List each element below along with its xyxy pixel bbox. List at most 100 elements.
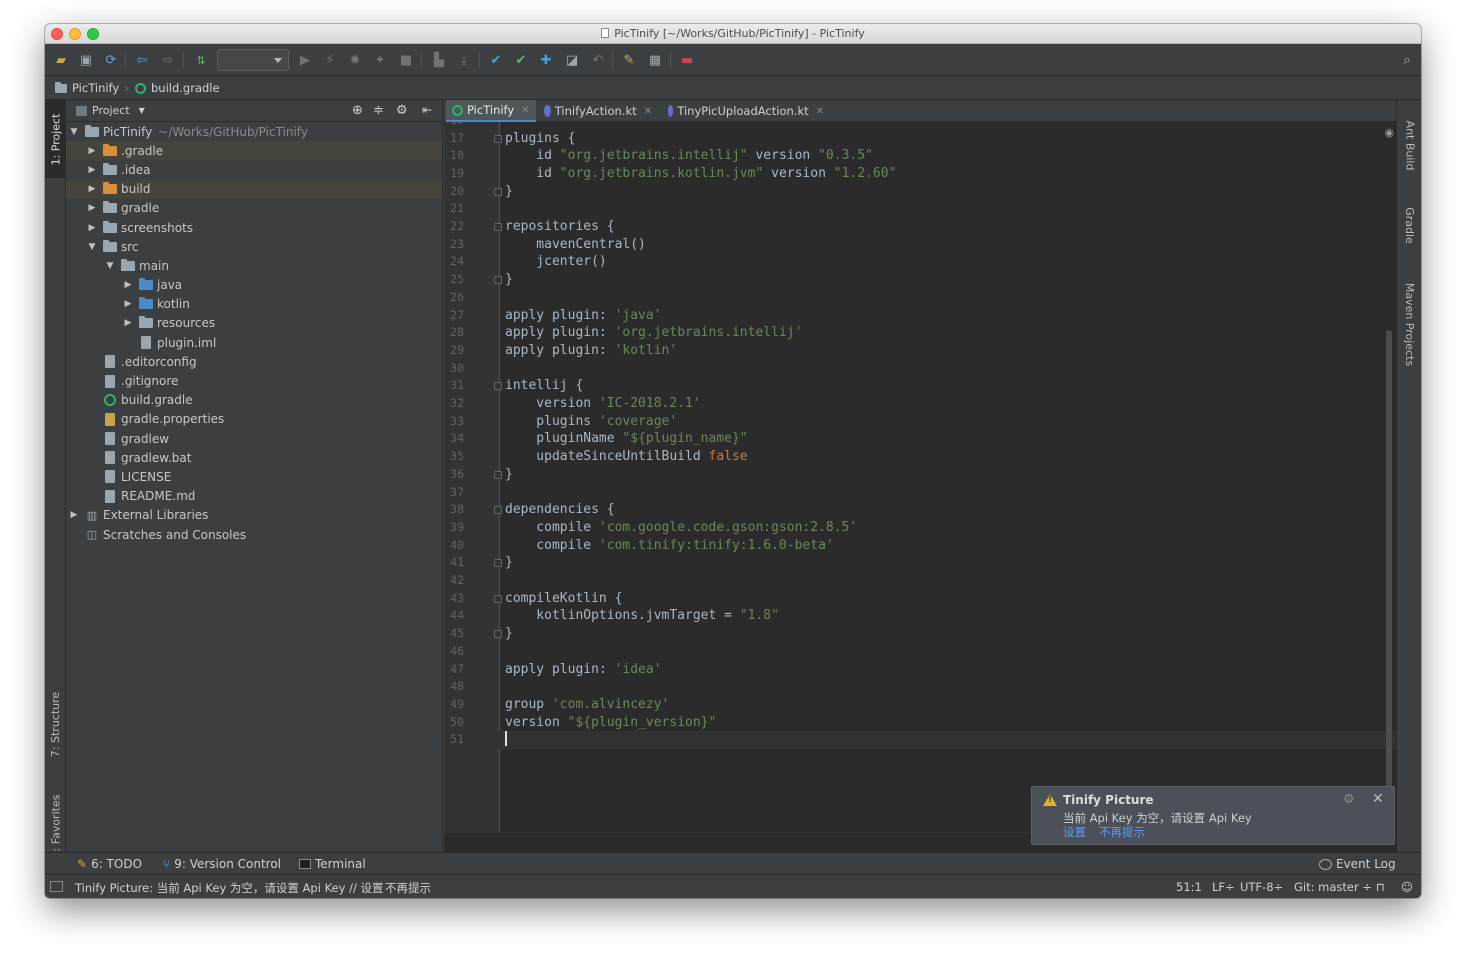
code-line[interactable]: 45} — [444, 625, 1396, 643]
code-line[interactable]: 26 — [444, 289, 1396, 307]
code-line[interactable]: 35 updateSinceUntilBuild false — [444, 448, 1396, 466]
git-branch[interactable]: Git: master ÷ — [1294, 880, 1372, 894]
expand-arrow-icon[interactable]: ▼ — [104, 261, 116, 271]
collapsed-arrow-icon[interactable]: ▶ — [86, 165, 98, 175]
code-line[interactable]: 28 apply plugin: 'org.jetbrains.intellij' — [444, 324, 1396, 342]
save-all-icon[interactable]: ▣ — [77, 51, 95, 69]
revert-icon[interactable]: ↶ — [589, 51, 607, 69]
profile-icon[interactable]: ✦ — [371, 51, 389, 69]
run-configuration-select[interactable] — [217, 49, 289, 71]
tree-item-root[interactable]: ▼ PicTinify ~/Works/GitHub/PicTinify — [66, 122, 442, 141]
project-structure-icon[interactable]: ▦ — [646, 51, 664, 69]
inspector-icon[interactable]: ☺ — [1401, 880, 1413, 894]
tool-button-terminal[interactable]: Terminal — [299, 856, 366, 872]
build-icon[interactable]: ⇅ — [192, 51, 210, 69]
code-line[interactable]: 30 — [444, 360, 1396, 378]
tree-item-gradle[interactable]: ▶ gradle — [66, 199, 442, 218]
tab-pictinify[interactable]: PicTinify ✕ — [446, 100, 536, 122]
expand-arrow-icon[interactable]: ▼ — [86, 242, 98, 252]
hide-panel-icon[interactable]: ⇤ — [422, 103, 432, 117]
collapsed-arrow-icon[interactable]: ▶ — [122, 280, 134, 290]
stop-icon[interactable]: ■ — [397, 51, 415, 69]
code-line[interactable]: 39 compile 'com.google.code.gson:gson:2.… — [444, 519, 1396, 537]
code-line[interactable]: 29 apply plugin: 'kotlin' — [444, 342, 1396, 360]
tree-item-src[interactable]: ▼ src — [66, 237, 442, 256]
code-line[interactable]: 19 id "org.jetbrains.kotlin.jvm" version… — [444, 165, 1396, 183]
code-line[interactable]: 51 — [444, 731, 1396, 749]
tree-item-gradle-dir[interactable]: ▶ .gradle — [66, 141, 442, 161]
file-encoding[interactable]: UTF-8÷ — [1240, 880, 1283, 894]
project-view-select[interactable]: Project ▼ — [76, 104, 145, 117]
tool-tab-gradle[interactable]: Gradle — [1397, 192, 1421, 258]
tree-item-scratches[interactable]: ◫ Scratches and Consoles — [66, 525, 442, 544]
tool-tab-structure[interactable]: 7: Structure — [45, 678, 66, 770]
close-tab-icon[interactable]: ✕ — [644, 106, 652, 117]
tree-item-resources[interactable]: ▶ resources — [66, 314, 442, 333]
minimize-window-button[interactable] — [69, 28, 81, 40]
code-line[interactable]: 21 — [444, 200, 1396, 218]
close-icon[interactable]: ✕ — [1372, 791, 1384, 807]
code-line[interactable]: 36} — [444, 466, 1396, 484]
code-line[interactable]: 25} — [444, 271, 1396, 289]
vcs-commit-icon[interactable]: ✔ — [512, 51, 530, 69]
tree-item-main[interactable]: ▼ main — [66, 256, 442, 275]
code-line[interactable]: 22 repositories { — [444, 218, 1396, 236]
status-message[interactable]: Tinify Picture: 当前 Api Key 为空，请设置 Api Ke… — [75, 880, 384, 896]
code-line[interactable]: 42 — [444, 572, 1396, 590]
settings-wrench-icon[interactable]: ✎ — [620, 51, 638, 69]
notification-dismiss-link[interactable]: 不再提示 — [1099, 824, 1145, 840]
toggle-tool-windows-icon[interactable] — [50, 881, 63, 892]
download-icon[interactable]: ⤓ — [455, 51, 473, 69]
notification-settings-link[interactable]: 设置 — [1063, 824, 1086, 840]
close-window-button[interactable] — [51, 28, 63, 40]
code-line[interactable]: 37 — [444, 484, 1396, 502]
code-editor[interactable]: 16 17plugins {18 id "org.jetbrains.intel… — [444, 122, 1396, 832]
tree-item-idea[interactable]: ▶ .idea — [66, 160, 442, 179]
coverage-icon[interactable]: ✹ — [346, 51, 364, 69]
forward-arrow-icon[interactable]: ⇨ — [159, 51, 177, 69]
tree-item-gradlew[interactable]: gradlew — [66, 429, 442, 448]
collapse-all-icon[interactable]: ≑ — [373, 103, 384, 118]
fold-marker-icon[interactable] — [494, 559, 502, 568]
fold-marker-icon[interactable] — [494, 223, 502, 231]
code-line[interactable]: 48 — [444, 678, 1396, 696]
tree-item-gradle-properties[interactable]: gradle.properties — [66, 410, 442, 429]
tab-tinify-action[interactable]: TinifyAction.kt ✕ — [538, 100, 658, 122]
tab-tiny-pic-upload-action[interactable]: TinyPicUploadAction.kt ✕ — [662, 100, 830, 122]
collapsed-arrow-icon[interactable]: ▶ — [122, 299, 134, 309]
plugin-action-icon[interactable]: ▬ — [678, 51, 696, 69]
fold-marker-icon[interactable] — [494, 187, 502, 196]
breadcrumb-project[interactable]: PicTinify › — [55, 80, 129, 96]
code-line[interactable]: 44 kotlinOptions.jvmTarget = "1.8" — [444, 607, 1396, 625]
search-everywhere-icon[interactable]: ⌕ — [1398, 51, 1416, 69]
collapsed-arrow-icon[interactable]: ▶ — [86, 223, 98, 233]
collapsed-arrow-icon[interactable]: ▶ — [122, 318, 134, 328]
tree-item-java[interactable]: ▶ java — [66, 276, 442, 295]
close-tab-icon[interactable]: ✕ — [521, 105, 529, 116]
code-line[interactable]: 34 pluginName "${plugin_name}" — [444, 430, 1396, 448]
tree-item-build-gradle[interactable]: build.gradle — [66, 391, 442, 410]
code-line[interactable]: 41} — [444, 554, 1396, 572]
code-line[interactable]: 47 apply plugin: 'idea' — [444, 661, 1396, 679]
code-line[interactable]: 18 id "org.jetbrains.intellij" version "… — [444, 147, 1396, 165]
vcs-compare-icon[interactable]: ✚ — [537, 51, 555, 69]
tree-item-gitignore[interactable]: .gitignore — [66, 371, 442, 390]
open-folder-icon[interactable]: ▰ — [52, 51, 70, 69]
tree-item-license[interactable]: LICENSE — [66, 467, 442, 486]
tool-button-version-control[interactable]: ⑂ 9: Version Control — [163, 856, 281, 872]
fold-marker-icon[interactable] — [494, 134, 502, 143]
code-line[interactable]: 43 compileKotlin { — [444, 590, 1396, 608]
code-line[interactable]: 31 intellij { — [444, 377, 1396, 395]
caret-position[interactable]: 51:1 — [1176, 880, 1202, 894]
status-dismiss[interactable]: 不再提示 — [385, 880, 431, 896]
collapsed-arrow-icon[interactable]: ▶ — [68, 510, 80, 520]
zoom-window-button[interactable] — [87, 28, 99, 40]
tool-tab-ant-build[interactable]: Ant Build — [1397, 106, 1421, 184]
tree-item-editorconfig[interactable]: .editorconfig — [66, 352, 442, 371]
fold-marker-icon[interactable] — [494, 470, 502, 479]
debug-icon[interactable]: ⚡ — [321, 51, 339, 69]
code-line[interactable]: 46 — [444, 643, 1396, 661]
close-tab-icon[interactable]: ✕ — [816, 106, 824, 117]
run-icon[interactable]: ▶ — [296, 51, 314, 69]
code-line[interactable]: 24 jcenter() — [444, 253, 1396, 271]
